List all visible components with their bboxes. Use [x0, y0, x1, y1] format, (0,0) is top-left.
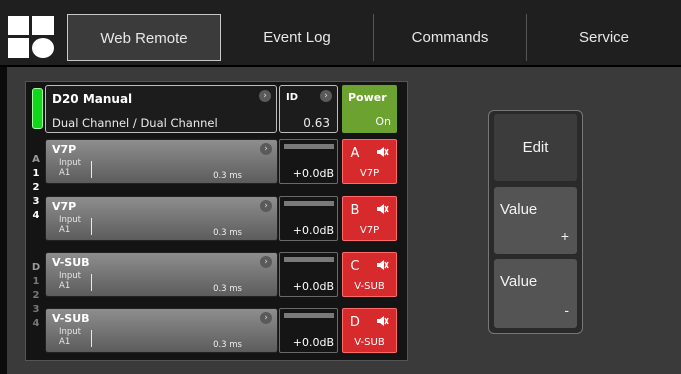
gain-value: +0.0dB — [292, 336, 334, 349]
side-letter-2: 2 — [32, 290, 40, 301]
tab-service[interactable]: Service — [527, 14, 681, 61]
device-panel: D20 Manual Dual Channel / Dual Channel ›… — [25, 81, 408, 361]
mute-button[interactable]: D V-SUB — [342, 308, 397, 353]
plus-sign: + — [560, 228, 569, 244]
delay-value: 0.3 ms — [213, 171, 242, 181]
edit-label: Edit — [522, 139, 549, 156]
side-letter-1: 1 — [32, 168, 40, 179]
channel-button[interactable]: V-SUB › Input A1 0.3 ms — [45, 308, 278, 353]
mute-channel-name: V-SUB — [354, 281, 385, 292]
brand-logo-icon — [8, 16, 54, 58]
tab-commands[interactable]: Commands — [374, 14, 526, 61]
input-divider — [91, 161, 92, 178]
input-divider — [91, 274, 92, 291]
mute-letter-with-icon: A — [343, 146, 396, 161]
side-letter-4: 4 — [32, 210, 40, 221]
channel-name: V7P — [52, 200, 77, 213]
channel-name: V7P — [52, 143, 77, 156]
mute-button[interactable]: B V7P — [342, 196, 397, 241]
tab-event-log[interactable]: Event Log — [221, 14, 373, 61]
gain-button[interactable]: +0.0dB — [279, 139, 338, 184]
channel-button[interactable]: V-SUB › Input A1 0.3 ms — [45, 252, 278, 297]
delay-value: 0.3 ms — [213, 284, 242, 294]
value-minus-label: Value — [500, 273, 538, 290]
id-value: 0.63 — [303, 116, 330, 130]
minus-sign: - — [564, 302, 569, 318]
input-value: A1 — [59, 168, 71, 178]
chevron-right-icon: › — [260, 200, 272, 212]
device-name: D20 Manual — [52, 92, 133, 106]
value-plus-button[interactable]: Value + — [493, 186, 578, 255]
gain-value: +0.0dB — [292, 224, 334, 237]
value-minus-button[interactable]: Value - — [493, 258, 578, 329]
id-label: ID — [286, 92, 299, 103]
side-letter-a: A — [32, 154, 40, 165]
main-content: D20 Manual Dual Channel / Dual Channel ›… — [7, 67, 681, 374]
input-divider — [91, 218, 92, 235]
power-value: On — [375, 115, 391, 128]
speaker-muted-icon — [366, 315, 389, 330]
channel-name: V-SUB — [52, 312, 90, 325]
chevron-right-icon: › — [260, 312, 272, 324]
speaker-muted-icon — [365, 203, 389, 218]
delay-value: 0.3 ms — [213, 340, 242, 350]
mute-button[interactable]: C V-SUB — [342, 252, 397, 297]
speaker-muted-icon — [365, 259, 389, 274]
input-label: Input — [59, 215, 82, 225]
mute-channel-name: V-SUB — [354, 337, 385, 348]
speaker-muted-icon — [365, 146, 389, 161]
input-value: A1 — [59, 337, 71, 347]
mute-channel-name: V7P — [359, 168, 380, 179]
power-label: Power — [348, 91, 387, 104]
edit-button[interactable]: Edit — [493, 113, 578, 182]
top-navigation-bar: Web Remote Event Log Commands Service — [0, 0, 681, 67]
channel-name: V-SUB — [52, 256, 90, 269]
mute-letter-with-icon: C — [343, 259, 396, 274]
input-label: Input — [59, 158, 82, 168]
level-meter — [284, 144, 334, 149]
mute-letter-with-icon: B — [343, 203, 396, 218]
input-value: A1 — [59, 281, 71, 291]
side-letter-1: 1 — [32, 276, 40, 287]
gain-button[interactable]: +0.0dB — [279, 196, 338, 241]
input-label: Input — [59, 327, 82, 337]
channel-button[interactable]: V7P › Input A1 0.3 ms — [45, 139, 278, 184]
device-name-box[interactable]: D20 Manual Dual Channel / Dual Channel › — [45, 85, 277, 133]
gain-button[interactable]: +0.0dB — [279, 308, 338, 353]
mute-button[interactable]: A V7P — [342, 139, 397, 184]
gain-value: +0.0dB — [292, 167, 334, 180]
gain-button[interactable]: +0.0dB — [279, 252, 338, 297]
side-letter-3: 3 — [32, 304, 40, 315]
power-button[interactable]: Power On — [342, 85, 397, 133]
level-meter — [284, 313, 334, 318]
status-led — [32, 88, 43, 129]
side-letter-3: 3 — [32, 196, 40, 207]
value-button-frame: Edit Value + Value - — [488, 110, 583, 334]
level-meter — [284, 257, 334, 262]
side-letter-4: 4 — [32, 318, 40, 329]
input-label: Input — [59, 271, 82, 281]
side-letter-d: D — [31, 262, 41, 273]
chevron-right-icon: › — [260, 256, 272, 268]
mute-letter-with-icon: D — [343, 315, 396, 330]
chevron-right-icon: › — [259, 90, 271, 102]
device-mode: Dual Channel / Dual Channel — [52, 116, 218, 130]
input-value: A1 — [59, 225, 71, 235]
mute-channel-name: V7P — [359, 225, 380, 236]
gain-value: +0.0dB — [292, 280, 334, 293]
chevron-right-icon: › — [320, 90, 332, 102]
input-divider — [91, 330, 92, 347]
delay-value: 0.3 ms — [213, 228, 242, 238]
level-meter — [284, 201, 334, 206]
side-letter-2: 2 — [32, 182, 40, 193]
value-plus-label: Value — [500, 201, 538, 218]
chevron-right-icon: › — [260, 143, 272, 155]
device-id-box[interactable]: ID 0.63 › — [279, 85, 338, 133]
channel-button[interactable]: V7P › Input A1 0.3 ms — [45, 196, 278, 241]
tab-web-remote[interactable]: Web Remote — [67, 14, 221, 61]
